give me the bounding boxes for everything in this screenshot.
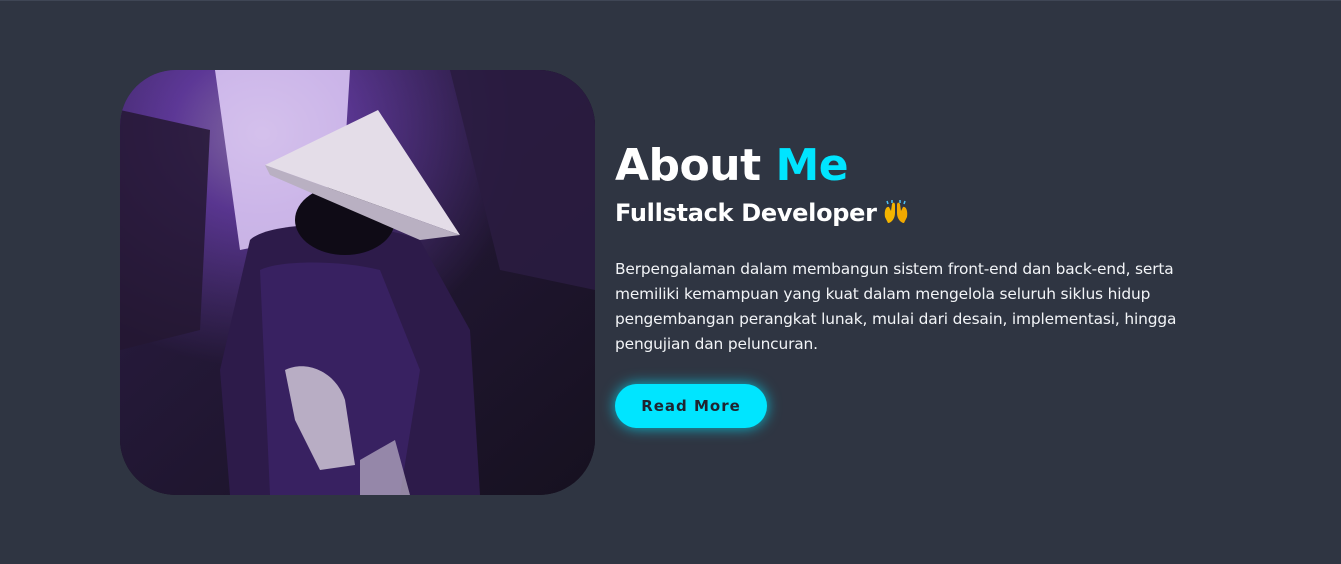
- about-section: About Me Fullstack Developer Berpengalam…: [0, 0, 1341, 564]
- page-title: About Me: [615, 139, 1255, 193]
- read-more-button[interactable]: Read More: [615, 384, 767, 428]
- subtitle: Fullstack Developer: [615, 197, 1255, 229]
- raised-hands-icon: [881, 199, 911, 227]
- about-content: About Me Fullstack Developer Berpengalam…: [615, 139, 1255, 428]
- subtitle-text: Fullstack Developer: [615, 199, 877, 227]
- title-accent: Me: [775, 140, 849, 191]
- about-description: Berpengalaman dalam membangun sistem fro…: [615, 260, 1177, 353]
- title-prefix: About: [615, 140, 761, 191]
- profile-photo: [120, 70, 595, 495]
